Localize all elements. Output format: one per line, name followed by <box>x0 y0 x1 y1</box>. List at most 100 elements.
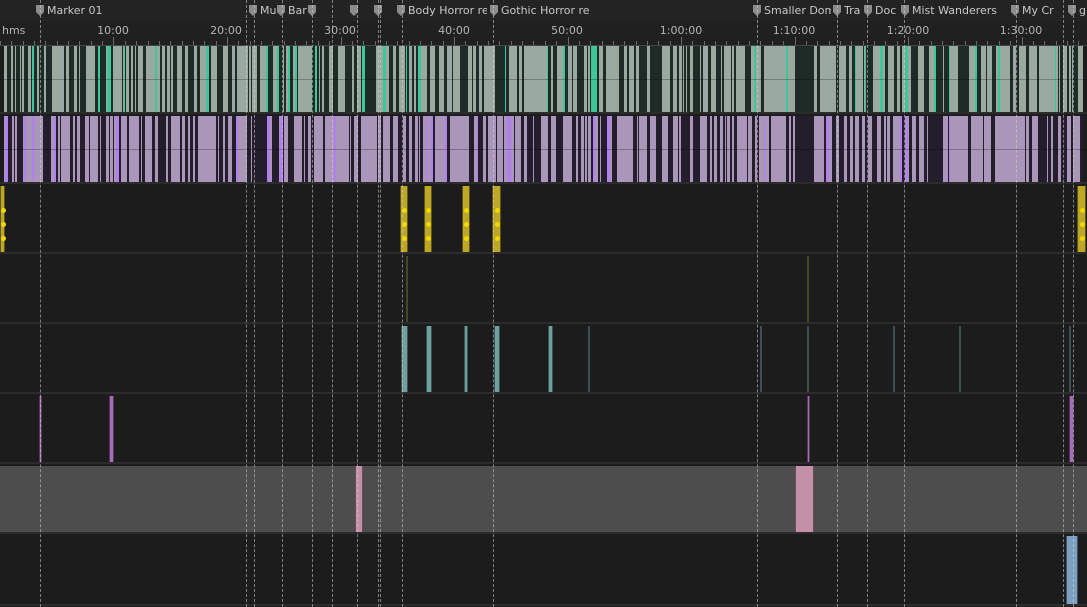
marker-3[interactable]: Bar <box>277 3 307 18</box>
clip[interactable] <box>760 326 762 392</box>
audio-track-2[interactable] <box>0 116 1087 184</box>
clip-keyframe[interactable] <box>0 222 6 227</box>
marker-4[interactable] <box>308 3 322 18</box>
marker-6[interactable] <box>374 3 388 18</box>
clip-keyframe[interactable] <box>0 208 6 213</box>
marker-14[interactable]: g <box>1068 3 1087 18</box>
ruler-tick <box>783 41 784 45</box>
ruler-tick <box>840 41 841 45</box>
marker-flag-icon[interactable] <box>901 5 909 16</box>
marker-1[interactable]: Marker 01 <box>36 3 246 18</box>
clip[interactable] <box>464 326 468 392</box>
ruler-tick <box>34 41 35 45</box>
clip[interactable] <box>424 186 432 252</box>
track-3[interactable] <box>0 186 1087 254</box>
marker-7[interactable]: Body Horror rea <box>397 3 487 18</box>
marker-label: Mist Wanderers <box>912 4 998 17</box>
clip-keyframe[interactable] <box>1079 208 1085 213</box>
clip[interactable] <box>548 326 553 392</box>
marker-flag-icon[interactable] <box>864 5 872 16</box>
marker-5[interactable] <box>350 3 364 18</box>
marker-flag-icon[interactable] <box>397 5 405 16</box>
ruler-tick <box>511 41 512 45</box>
marker-10[interactable]: Tra <box>833 3 861 18</box>
marker-2[interactable]: Mu <box>249 3 279 18</box>
track-8[interactable] <box>0 536 1087 606</box>
clip-keyframe[interactable] <box>464 208 469 213</box>
marker-label: Mu <box>260 4 277 17</box>
clip[interactable] <box>406 256 408 322</box>
clip[interactable] <box>109 396 114 462</box>
clip[interactable] <box>401 326 408 392</box>
clip-keyframe[interactable] <box>1079 236 1085 241</box>
ruler-tick <box>1022 37 1023 45</box>
clip[interactable] <box>492 186 501 252</box>
time-format-label[interactable]: hms <box>2 24 25 37</box>
clip-keyframe[interactable] <box>494 222 500 227</box>
ruler-tick <box>363 41 364 45</box>
audio-track-1[interactable] <box>0 46 1087 114</box>
clip[interactable] <box>0 186 5 252</box>
clip-keyframe[interactable] <box>426 236 431 241</box>
marker-flag-icon[interactable] <box>753 5 761 16</box>
clip[interactable] <box>355 466 363 532</box>
clip[interactable] <box>400 186 408 252</box>
clip-keyframe[interactable] <box>402 222 407 227</box>
marker-flag-icon[interactable] <box>36 5 44 16</box>
clip-keyframe[interactable] <box>0 236 6 241</box>
track-5[interactable] <box>0 326 1087 394</box>
marker-flag-icon[interactable] <box>1068 5 1076 16</box>
ruler-tick <box>23 41 24 45</box>
marker-flag-icon[interactable] <box>249 5 257 16</box>
marker-flag-icon[interactable] <box>490 5 498 16</box>
marker-11[interactable]: Doc <box>864 3 898 18</box>
clip[interactable] <box>807 326 809 392</box>
marker-12[interactable]: Mist Wanderers <box>901 3 1009 18</box>
track-area[interactable] <box>0 46 1087 607</box>
marker-9[interactable]: Smaller Dom <box>753 3 831 18</box>
ruler-tick <box>329 41 330 45</box>
clip[interactable] <box>1069 396 1074 462</box>
ruler-tick <box>136 41 137 45</box>
clip-keyframe[interactable] <box>464 222 469 227</box>
clip-keyframe[interactable] <box>426 222 431 227</box>
marker-13[interactable]: My Cr <box>1011 3 1061 18</box>
timeline-ruler[interactable]: hms 10:00 20:00 30:00 40:00 50:00 1:00:00 1:10… <box>0 21 1087 46</box>
clip[interactable] <box>1077 186 1086 252</box>
clip-keyframe[interactable] <box>494 208 500 213</box>
clip-keyframe[interactable] <box>464 236 469 241</box>
marker-flag-icon[interactable] <box>833 5 841 16</box>
clip[interactable] <box>494 326 500 392</box>
ruler-tick <box>1078 41 1079 45</box>
clip[interactable] <box>1069 326 1071 392</box>
ruler-tick <box>454 37 455 45</box>
clip-keyframe[interactable] <box>402 236 407 241</box>
clip[interactable] <box>1066 536 1078 604</box>
clip-keyframe[interactable] <box>426 208 431 213</box>
track-4[interactable] <box>0 256 1087 324</box>
marker-8[interactable]: Gothic Horror read <box>490 3 590 18</box>
clip[interactable] <box>807 396 810 462</box>
marker-flag-icon[interactable] <box>350 5 358 16</box>
clip[interactable] <box>959 326 961 392</box>
marker-flag-icon[interactable] <box>277 5 285 16</box>
clip[interactable] <box>426 326 432 392</box>
clip[interactable] <box>462 186 470 252</box>
ruler-tick <box>613 41 614 45</box>
track-7[interactable] <box>0 466 1087 534</box>
clip-keyframe[interactable] <box>494 236 500 241</box>
marker-flag-icon[interactable] <box>308 5 316 16</box>
clip[interactable] <box>807 256 809 322</box>
clip[interactable] <box>893 326 895 392</box>
clip[interactable] <box>795 466 814 532</box>
clip[interactable] <box>39 396 42 462</box>
marker-bar[interactable]: Marker 01 Mu Bar Body Horror rea Gothic Horr… <box>0 0 1087 22</box>
ruler-time-label: 50:00 <box>551 24 583 37</box>
clip[interactable] <box>588 326 590 392</box>
marker-flag-icon[interactable] <box>1011 5 1019 16</box>
clip-keyframe[interactable] <box>1079 222 1085 227</box>
clip-keyframe[interactable] <box>402 208 407 213</box>
track-6[interactable] <box>0 396 1087 464</box>
marker-label: Bar <box>288 4 307 17</box>
marker-flag-icon[interactable] <box>374 5 382 16</box>
